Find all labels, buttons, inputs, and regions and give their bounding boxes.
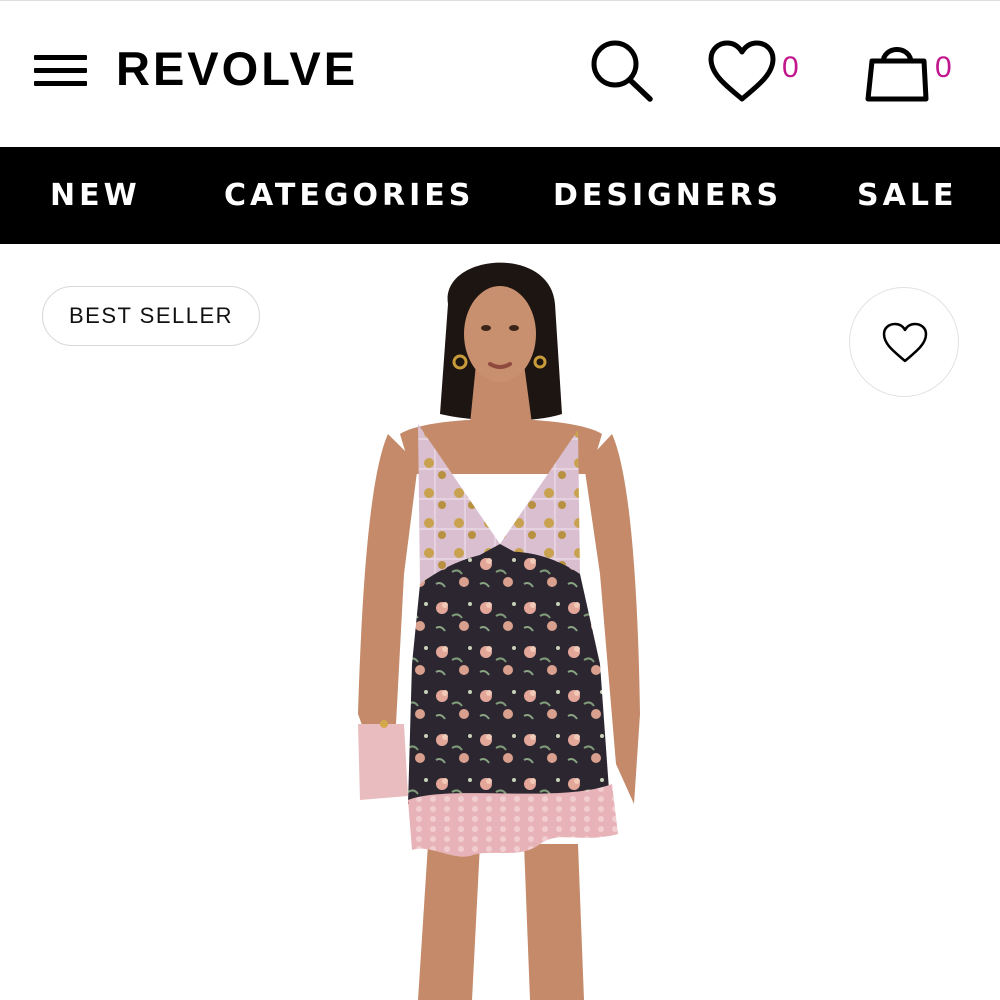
add-to-wishlist-button[interactable]: [849, 287, 959, 397]
top-header: REVOLVE 0 0: [0, 0, 1000, 147]
wishlist-count: 0: [782, 51, 799, 84]
nav-item-new[interactable]: NEW: [50, 147, 141, 244]
search-icon[interactable]: [588, 37, 654, 103]
shopping-bag-icon[interactable]: [864, 37, 932, 105]
menu-icon[interactable]: [34, 55, 87, 87]
nav-item-categories[interactable]: CATEGORIES: [224, 147, 474, 244]
product-image-area: BEST SELLER: [0, 244, 1000, 1000]
nav-item-designers[interactable]: DESIGNERS: [553, 147, 782, 244]
category-nav: NEW CATEGORIES DESIGNERS SALE: [0, 147, 1000, 244]
brand-logo[interactable]: REVOLVE: [116, 43, 358, 95]
heart-outline-icon: [882, 322, 928, 363]
product-photo[interactable]: [300, 244, 700, 1000]
wishlist-heart-icon[interactable]: [706, 39, 778, 105]
best-seller-badge: BEST SELLER: [42, 286, 260, 346]
bag-count: 0: [935, 51, 952, 84]
nav-item-sale[interactable]: SALE: [857, 147, 957, 244]
